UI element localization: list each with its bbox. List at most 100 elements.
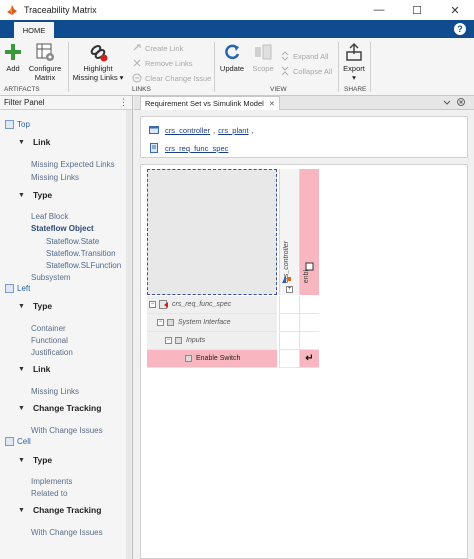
remove-links-icon: [133, 59, 141, 67]
filter-cell[interactable]: Cell: [5, 437, 137, 446]
highlight-missing-links-button[interactable]: Highlight Missing Links ▾: [70, 42, 126, 82]
matrix-view: crs_controller, crs_plant, crs_req_func_…: [134, 110, 474, 559]
refresh-icon: [225, 44, 240, 60]
traceability-matrix: crs_controller + enbl − crs_req_func_spe…: [140, 164, 468, 559]
scope-icon: [255, 44, 272, 60]
ribbon-tab-strip: HOME ?: [0, 20, 474, 38]
matrix-cell[interactable]: [279, 296, 299, 314]
add-label: Add: [6, 64, 20, 73]
minimize-button[interactable]: —: [360, 0, 398, 20]
filter-panel: Filter Panel ⋮ Top ▼ Link Missing Expecte…: [0, 96, 133, 559]
left-section-icon: [5, 284, 14, 293]
tab-requirement-set-vs-simulink-model[interactable]: Requirement Set vs Simulink Model ✕: [140, 96, 280, 110]
matrix-cell[interactable]: [279, 350, 299, 368]
separator: ,: [251, 125, 254, 135]
clear-change-issue-button[interactable]: Clear Change Issue: [132, 72, 211, 84]
tab-home[interactable]: HOME: [14, 22, 54, 38]
chevron-down-icon: ▼: [18, 404, 25, 412]
row-inputs[interactable]: − Inputs: [147, 332, 277, 350]
group-label: Link: [32, 137, 51, 147]
filter-left-label: Left: [17, 284, 31, 293]
close-button[interactable]: ✕: [436, 0, 474, 20]
matrix-cell[interactable]: [279, 332, 299, 350]
divider: [214, 42, 215, 92]
row-label: Enable Switch: [196, 355, 241, 362]
filter-top[interactable]: Top: [5, 120, 137, 129]
section-view-label: VIEW: [270, 86, 287, 93]
matrix-cell[interactable]: [279, 314, 299, 332]
requirement-set-icon: [150, 143, 158, 153]
create-link-button[interactable]: Create Link: [132, 42, 183, 54]
column-expand-icon[interactable]: +: [286, 286, 293, 293]
chevron-down-icon: ▼: [18, 191, 25, 199]
group-label: Type: [32, 455, 53, 465]
configure-label-2: Matrix: [34, 73, 56, 82]
close-panel-icon[interactable]: [456, 97, 466, 107]
divider: [338, 42, 339, 92]
ribbon: Add Configure Matrix Highlight Missing L…: [0, 38, 474, 96]
matlab-icon: [7, 5, 17, 15]
add-icon: [5, 44, 21, 60]
tab-close-icon[interactable]: ✕: [269, 100, 275, 108]
chevron-down-icon: ▼: [18, 365, 25, 373]
matrix-cell[interactable]: [299, 296, 319, 314]
collapse-icon[interactable]: −: [165, 337, 172, 344]
block-icon: [305, 262, 314, 271]
create-link-icon: [133, 44, 141, 51]
section-links-label: LINKS: [132, 86, 151, 93]
document-tab-bar: Requirement Set vs Simulink Model ✕: [134, 96, 474, 110]
divider: [68, 42, 69, 92]
configure-label-1: Configure: [28, 64, 62, 73]
column-header-crs-controller[interactable]: crs_controller +: [279, 169, 299, 295]
model-mix-icon: [282, 275, 291, 283]
matrix-cell[interactable]: [299, 332, 319, 350]
title-bar: Traceability Matrix — ☐ ✕: [0, 0, 474, 20]
requirement-set-icon: [159, 300, 168, 309]
row-crs-req-func-spec[interactable]: − crs_req_func_spec: [147, 296, 277, 314]
chevron-down-icon: ▼: [18, 456, 25, 464]
highlight-links-icon: [90, 45, 108, 62]
matrix-cell[interactable]: [299, 314, 319, 332]
row-system-interface[interactable]: − System Interface: [147, 314, 277, 332]
chevron-down-icon[interactable]: [442, 97, 452, 107]
column-header-enbl[interactable]: enbl: [299, 169, 319, 295]
link-arrow-icon: ↵: [305, 353, 314, 364]
chevron-down-icon: ▼: [18, 138, 25, 146]
chevron-down-icon: ▼: [18, 302, 25, 310]
window-title: Traceability Matrix: [24, 5, 97, 15]
collapse-icon[interactable]: −: [157, 319, 164, 326]
model-artifacts-line: crs_controller, crs_plant,: [149, 125, 254, 135]
section-share-label: SHARE: [344, 86, 367, 93]
link-crs-controller[interactable]: crs_controller: [165, 126, 210, 135]
help-icon[interactable]: ?: [454, 23, 466, 35]
column-label: enbl: [303, 269, 310, 283]
matrix-cell-linked[interactable]: ↵: [299, 350, 319, 368]
link-crs-plant[interactable]: crs_plant: [218, 126, 248, 135]
filter-top-label: Top: [17, 120, 30, 129]
scope-button[interactable]: Scope: [250, 42, 276, 73]
section-artifacts-label: ARTIFACTS: [4, 86, 40, 93]
configure-matrix-button[interactable]: Configure Matrix: [26, 42, 64, 82]
separator: ,: [213, 125, 216, 135]
row-label: System Interface: [178, 319, 231, 326]
remove-links-label: Remove Links: [145, 58, 193, 68]
collapse-all-button[interactable]: Collapse All: [280, 65, 332, 77]
filter-panel-scrollbar[interactable]: [126, 110, 132, 559]
top-section-icon: [5, 120, 14, 129]
expand-all-label: Expand All: [293, 51, 329, 61]
remove-links-button[interactable]: Remove Links: [132, 57, 193, 69]
collapse-all-icon: [281, 66, 289, 76]
update-button[interactable]: Update: [218, 42, 246, 73]
maximize-button[interactable]: ☐: [398, 0, 436, 20]
expand-all-button[interactable]: Expand All: [280, 50, 328, 62]
filter-left[interactable]: Left: [5, 284, 137, 293]
link-crs-req-func-spec[interactable]: crs_req_func_spec: [165, 144, 228, 153]
requirement-icon: [167, 319, 174, 326]
add-button[interactable]: Add: [4, 42, 22, 73]
panel-menu-icon[interactable]: ⋮: [119, 97, 128, 108]
filter-panel-title: Filter Panel: [4, 98, 45, 107]
collapse-icon[interactable]: −: [149, 301, 156, 308]
export-button[interactable]: Export ▾: [342, 42, 366, 82]
expand-all-icon: [281, 51, 289, 61]
row-enable-switch[interactable]: Enable Switch: [147, 350, 277, 368]
